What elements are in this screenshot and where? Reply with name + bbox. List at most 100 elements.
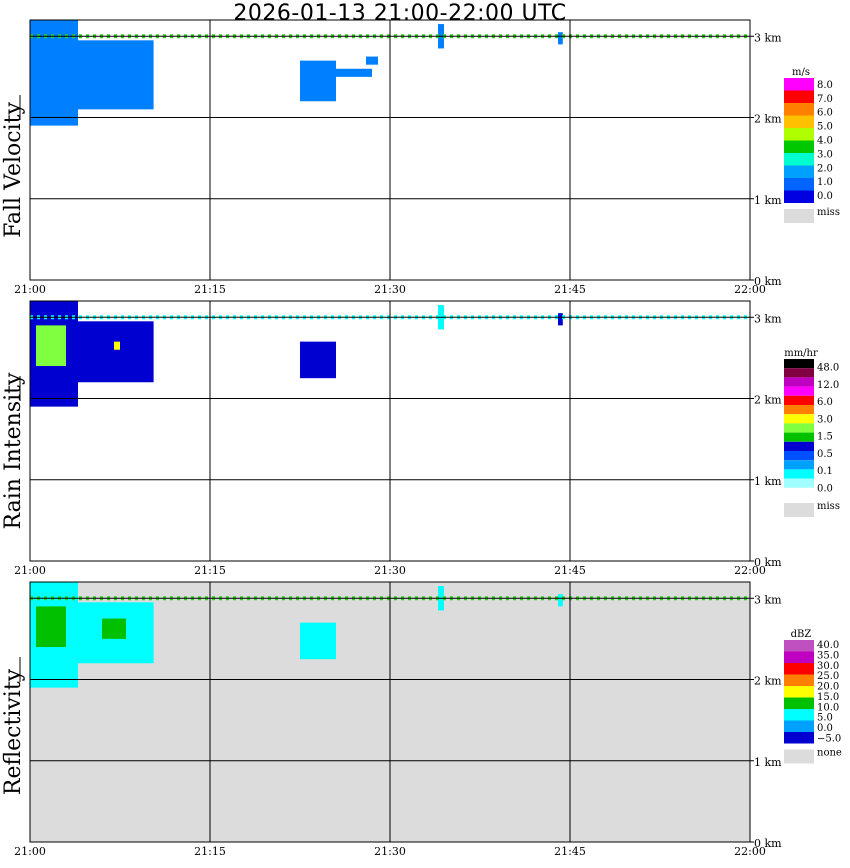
legend-label: 20.0: [817, 682, 839, 693]
legend-swatch: [784, 368, 814, 378]
legend-label: 1.0: [817, 177, 833, 188]
xtick-label: 21:00: [14, 283, 46, 296]
legend-miss-label: miss: [817, 207, 840, 218]
legend-swatch: [784, 115, 814, 128]
radar-chart: 21:00 21:15 21:30 21:45 22:000 km1 km2 km3 k…: [1, 19, 842, 858]
legend-label: 40.0: [817, 640, 839, 651]
ytick-label: 3 km: [754, 312, 782, 325]
echo-3: [36, 606, 66, 647]
ytick-label: 2 km: [754, 675, 782, 688]
legend-swatch: [784, 140, 814, 153]
echo-4: [114, 341, 120, 350]
legend-swatch: [784, 128, 814, 141]
legend-swatch: [784, 90, 814, 103]
legend-swatch: [784, 359, 814, 369]
ytick-label: 2 km: [754, 394, 782, 407]
xtick-label: 21:15: [194, 845, 226, 858]
legend-swatch: [784, 720, 814, 732]
legend-label: 48.0: [817, 363, 839, 374]
echo-3: [36, 325, 66, 366]
legend-swatch: [784, 103, 814, 116]
legend-swatch: [784, 405, 814, 415]
ytick-label: 0 km: [754, 275, 782, 288]
xtick-label: 21:15: [194, 564, 226, 577]
ytick-label: 1 km: [754, 194, 782, 207]
ytick-label: 2 km: [754, 113, 782, 126]
legend-label: 4.0: [817, 136, 833, 147]
legend-swatch: [784, 686, 814, 698]
legend-swatch: [784, 432, 814, 442]
echo-5: [300, 341, 336, 379]
legend-swatch: [784, 460, 814, 470]
legend-label: 25.0: [817, 671, 839, 682]
legend-swatch: [784, 395, 814, 405]
legend-label: 6.0: [817, 108, 833, 119]
legend-label: 5.0: [817, 122, 833, 133]
xtick-label: 21:45: [554, 845, 586, 858]
legend-label: −5.0: [817, 733, 841, 744]
legend-swatch: [784, 732, 814, 744]
legend-swatch: [784, 487, 814, 497]
legend-label: 15.0: [817, 692, 839, 703]
legend-swatch: [784, 451, 814, 461]
panel-1: 21:00 21:15 21:30 21:45 22:000 km1 km2 km3 k…: [1, 19, 840, 296]
legend-label: 0.0: [817, 191, 833, 202]
legend-miss-label: none: [817, 748, 842, 759]
legend-label: 8.0: [817, 80, 833, 91]
legend-label: 3.0: [817, 414, 833, 425]
legend-swatch: [784, 674, 814, 686]
legend-swatch: [784, 190, 814, 203]
ytick-label: 0 km: [754, 837, 782, 850]
xtick-label: 21:30: [374, 564, 406, 577]
echo-7: [558, 313, 563, 326]
panel-2: 21:00 21:15 21:30 21:45 22:000 km1 km2 km3 k…: [1, 300, 840, 577]
legend-miss-swatch: [784, 503, 814, 517]
xtick-label: 21:00: [14, 845, 46, 858]
legend-swatch: [784, 78, 814, 91]
legend-label: 35.0: [817, 651, 839, 662]
legend-swatch: [784, 414, 814, 424]
ytick-label: 0 km: [754, 556, 782, 569]
legend-swatch: [784, 377, 814, 387]
legend-label: 7.0: [817, 94, 833, 105]
legend-miss-label: miss: [817, 501, 840, 512]
legend-label: 0.0: [817, 483, 833, 494]
y-axis-label: Reflectivity: [1, 668, 26, 795]
legend-label: 3.0: [817, 149, 833, 160]
legend-swatch: [784, 651, 814, 663]
legend-swatch: [784, 469, 814, 479]
legend-label: 0.0: [817, 723, 833, 734]
echo-3: [300, 60, 336, 102]
ytick-label: 1 km: [754, 475, 782, 488]
xtick-label: 21:30: [374, 845, 406, 858]
legend-unit: dBZ: [791, 629, 812, 640]
ytick-label: 3 km: [754, 593, 782, 606]
y-axis-label: Fall Velocity: [1, 102, 26, 238]
legend-swatch: [784, 663, 814, 675]
legend-miss-swatch: [784, 749, 814, 764]
legend-swatch: [784, 386, 814, 396]
echo-5: [300, 622, 336, 660]
legend-label: 2.0: [817, 163, 833, 174]
legend-swatch: [784, 478, 814, 488]
ytick-label: 1 km: [754, 756, 782, 769]
echo-4: [102, 618, 126, 639]
xtick-label: 21:15: [194, 283, 226, 296]
ytick-label: 3 km: [754, 31, 782, 44]
legend-unit: m/s: [792, 67, 810, 78]
xtick-label: 21:45: [554, 283, 586, 296]
echo-7: [558, 594, 563, 607]
legend-swatch: [784, 165, 814, 178]
legend-swatch: [784, 640, 814, 652]
legend-swatch: [784, 709, 814, 721]
panel-3: 21:00 21:15 21:30 21:45 22:000 km1 km2 km3 k…: [1, 581, 842, 858]
legend-label: 10.0: [817, 702, 839, 713]
xtick-label: 21:00: [14, 564, 46, 577]
y-axis-label: Rain Intensity: [1, 372, 26, 529]
legend-miss-swatch: [784, 209, 814, 223]
legend-label: 1.5: [817, 432, 833, 443]
legend-swatch: [784, 153, 814, 166]
echo-7: [558, 32, 563, 45]
legend-label: 30.0: [817, 661, 839, 672]
legend-swatch: [784, 441, 814, 451]
